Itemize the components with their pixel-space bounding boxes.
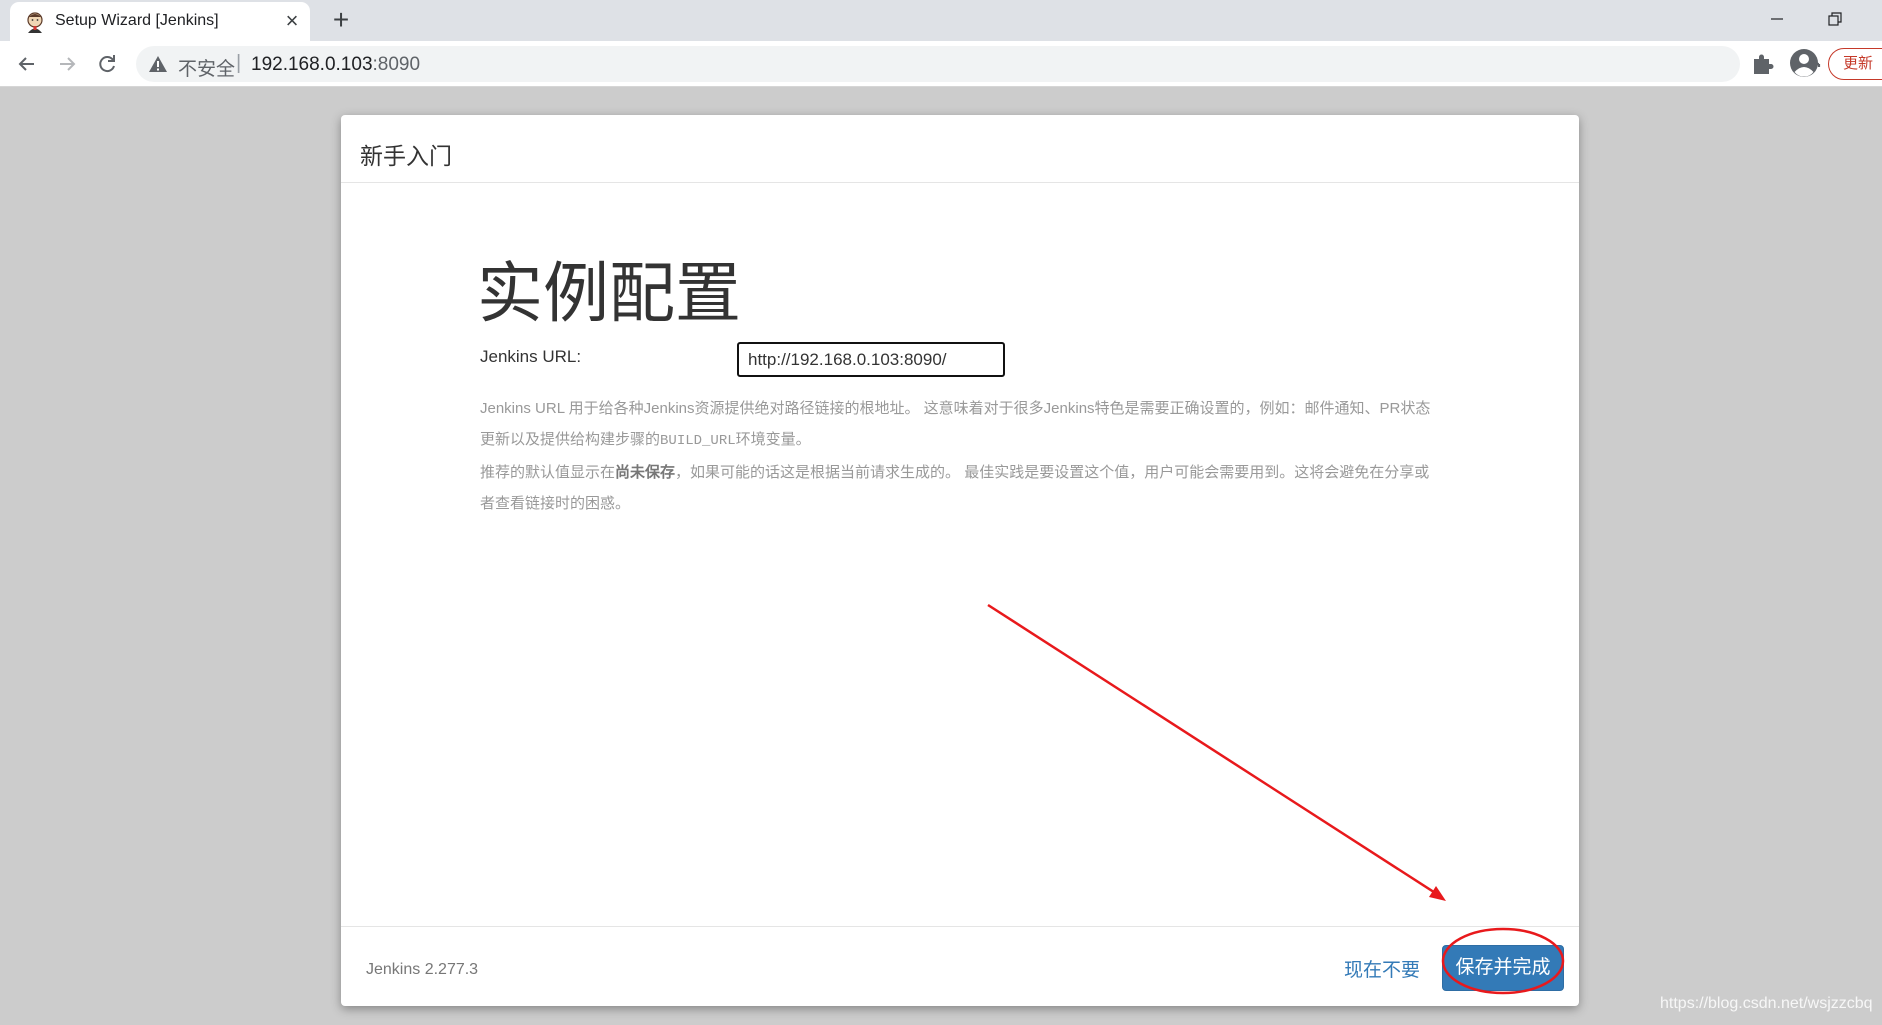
url-host: 192.168.0.103	[251, 54, 373, 75]
update-button[interactable]: 更新	[1828, 48, 1882, 80]
page-title: 实例配置	[477, 256, 741, 330]
jenkins-url-label: Jenkins URL:	[480, 347, 582, 366]
jenkins-version: Jenkins 2.277.3	[366, 961, 479, 978]
tab-close-icon[interactable]: ×	[280, 9, 304, 33]
forward-arrow-icon[interactable]	[52, 49, 82, 79]
save-and-finish-button[interactable]: 保存并完成	[1442, 945, 1564, 991]
help-p1-text: Jenkins URL 用于给各种Jenkins资源提供绝对路径链接的根地址。 …	[480, 400, 1431, 448]
help-p2-bold: 尚未保存	[615, 464, 676, 481]
dialog-header: 新手入门	[341, 115, 1579, 183]
restore-icon[interactable]	[1820, 4, 1850, 34]
new-tab-button[interactable]: +	[326, 6, 356, 36]
back-arrow-icon[interactable]	[12, 49, 42, 79]
url-separator: |	[236, 52, 242, 74]
help-text: Jenkins URL 用于给各种Jenkins资源提供绝对路径链接的根地址。 …	[480, 393, 1440, 519]
help-p2-text: 推荐的默认值显示在	[480, 464, 616, 481]
build-url-code: BUILD_URL	[660, 433, 736, 449]
url-text[interactable]: 192.168.0.103:8090	[251, 54, 420, 76]
setup-wizard-dialog: 新手入门 实例配置 Jenkins URL: Jenkins URL 用于给各种…	[341, 115, 1579, 1006]
address-bar[interactable]: 不安全 | 192.168.0.103:8090	[136, 46, 1860, 82]
warning-icon[interactable]	[148, 55, 168, 73]
dialog-footer: Jenkins 2.277.3 现在不要 保存并完成	[341, 926, 1579, 1006]
dialog-header-title: 新手入门	[360, 143, 452, 169]
minimize-icon[interactable]	[1762, 4, 1792, 34]
help-paragraph-1: Jenkins URL 用于给各种Jenkins资源提供绝对路径链接的根地址。 …	[480, 393, 1440, 457]
extensions-puzzle-icon[interactable]	[1750, 51, 1776, 77]
jenkins-favicon-icon	[27, 12, 43, 33]
url-port: :8090	[372, 54, 421, 75]
tab-strip: Setup Wizard [Jenkins] × +	[0, 0, 1882, 41]
jenkins-url-input[interactable]	[737, 342, 1005, 377]
page-viewport: 新手入门 实例配置 Jenkins URL: Jenkins URL 用于给各种…	[0, 87, 1882, 1025]
browser-tab[interactable]: Setup Wizard [Jenkins] ×	[10, 2, 310, 41]
watermark: https://blog.csdn.net/wsjzzcbq	[1660, 995, 1873, 1012]
skip-button[interactable]: 现在不要	[1344, 955, 1420, 982]
reload-icon[interactable]	[92, 49, 122, 79]
profile-avatar-icon[interactable]	[1788, 47, 1820, 79]
help-p1-tail: 环境变量。	[735, 431, 811, 448]
tab-title: Setup Wizard [Jenkins]	[55, 12, 219, 29]
help-paragraph-2: 推荐的默认值显示在尚未保存，如果可能的话这是根据当前请求生成的。 最佳实践是要设…	[480, 457, 1440, 519]
browser-toolbar: 不安全 | 192.168.0.103:8090 更新	[0, 41, 1882, 87]
insecure-label[interactable]: 不安全	[178, 54, 235, 81]
